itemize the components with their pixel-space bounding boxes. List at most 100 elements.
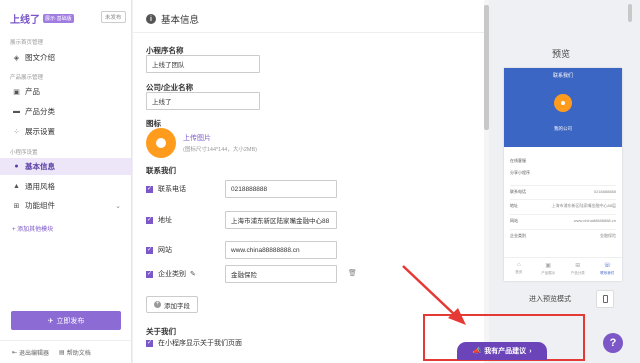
phone-icon: ☏ [603, 263, 611, 269]
preview-row: 网站 www.china88888888.cn [510, 214, 616, 224]
contact-row-label: 地址 [158, 217, 172, 224]
add-field-button[interactable]: + 添加字段 [146, 296, 198, 313]
preview-row-label: 地址 [510, 203, 518, 208]
upload-image-link[interactable]: 上传图片 [183, 133, 211, 143]
chevron-down-icon: ⌄ [115, 202, 121, 210]
info-circle-icon: i [146, 14, 156, 24]
exit-icon: ⇤ [12, 349, 18, 356]
phone-tab-contact: ☏ 联系我们 [593, 258, 623, 281]
phone-preview: 联系我们 我的公司 在线客服 分享小程序 联系电话 0218888888 地址 … [504, 68, 622, 281]
grid-icon: ⊞ [575, 263, 581, 269]
phone-company-name: 我的公司 [554, 126, 572, 131]
website-input[interactable]: www.china88888888.cn [225, 241, 337, 259]
sidebar-item-intro[interactable]: ◈ 图文介绍 [0, 49, 131, 66]
upload-hint: (图标尺寸144*144，大小2MB) [183, 147, 257, 153]
folder-icon: ▬ [13, 108, 20, 115]
help-doc-link[interactable]: ▤ 帮助文档 [59, 348, 91, 357]
preview-row-value: 上海市浦东新区陆家嘴金融中心88层 [551, 203, 616, 208]
sidebar-footer: ⇤ 退出编辑器 ▤ 帮助文档 [0, 340, 131, 363]
add-field-label: 添加字段 [164, 302, 190, 310]
sidebar-item-label: 图文介绍 [25, 53, 55, 62]
sidebar-item-categories[interactable]: ▬ 产品分类 [0, 103, 131, 120]
preview-row-label: 在线客服 [510, 158, 526, 163]
sidebar-item-label: 产品分类 [25, 107, 55, 116]
preview-row-label: 企业类别 [510, 233, 526, 238]
preview-row: 在线客服 [510, 158, 616, 164]
phone-header: 联系我们 我的公司 [504, 68, 622, 147]
contact-row-label: 企业类别 [158, 271, 186, 278]
sidebar-item-components[interactable]: ⊞ 功能组件 ⌄ [0, 197, 131, 214]
sidebar-item-label: 基本信息 [25, 162, 55, 171]
mobile-preview-button[interactable] [596, 290, 614, 308]
phone-tab-home: ⌂ 首页 [504, 258, 534, 281]
app-name-input[interactable]: 上线了团队 [146, 55, 260, 73]
form-scrollbar[interactable] [484, 0, 489, 363]
sidebar-item-basic-info[interactable]: ● 基本信息 [0, 158, 131, 175]
phone-tab-categories: ⊞ 产品分类 [563, 258, 593, 281]
feedback-label: 我有产品建议 [484, 348, 527, 355]
brand-logo: 上线了 [10, 15, 40, 26]
phone-logo [554, 94, 572, 112]
checkbox[interactable]: ✓ [146, 339, 153, 347]
divider [133, 32, 489, 33]
checkbox[interactable]: ✓ [146, 185, 153, 193]
contact-row-category: ✓ 企业类别 ✎ [146, 265, 196, 283]
help-button[interactable]: ? [603, 333, 623, 353]
sidebar-item-products[interactable]: ▣ 产品 [0, 83, 131, 100]
page-title-text: 基本信息 [161, 15, 200, 26]
preview-row-value: 金融保险 [600, 233, 616, 238]
sidebar-item-display-settings[interactable]: ⁘ 展示设置 [0, 123, 131, 140]
preview-row-label: 网站 [510, 218, 518, 223]
category-input[interactable]: 金融保险 [225, 265, 337, 283]
publish-button[interactable]: ✈ 立即发布 [11, 311, 121, 330]
preview-row-label: 分享小程序 [510, 170, 530, 175]
sidebar-item-label: 产品 [25, 87, 40, 96]
phone-tabbar: ⌂ 首页 ▣ 产品展示 ⊞ 产品分类 ☏ 联系我们 [504, 257, 622, 281]
brand[interactable]: 上线了 展示·基础版 [10, 11, 74, 26]
page-title: i 基本信息 [146, 12, 199, 26]
checkbox[interactable]: ✓ [146, 246, 153, 254]
checkbox[interactable]: ✓ [146, 270, 153, 278]
grid-icon: ⁘ [13, 128, 20, 136]
phone-title: 联系我们 [552, 73, 573, 79]
sidebar-item-label: 功能组件 [25, 201, 55, 210]
preview-row: 地址 上海市浦东新区陆家嘴金融中心88层 [510, 199, 616, 209]
add-module-link[interactable]: + 添加其他模块 [12, 224, 53, 233]
sidebar-item-label: 展示设置 [25, 127, 55, 136]
contact-row-address: ✓ 地址 [146, 211, 172, 229]
section-product-manage: 产品展示管理 [10, 75, 44, 81]
about-checkbox-label: 在小程序显示关于我们页面 [158, 340, 242, 347]
about-row: ✓ 在小程序显示关于我们页面 [146, 336, 242, 350]
exit-editor-label: 退出编辑器 [19, 350, 50, 357]
preview-row: 企业类别 金融保险 [510, 229, 616, 239]
plan-badge: 展示·基础版 [43, 14, 74, 23]
checkbox[interactable]: ✓ [146, 216, 153, 224]
chevron-right-icon: › [529, 347, 532, 355]
mobile-icon [602, 295, 608, 303]
product-feedback-button[interactable]: 📣 我有产品建议 › [457, 342, 547, 360]
cube-icon: ◈ [13, 54, 20, 62]
phone-input[interactable]: 0218888888 [225, 180, 337, 198]
preview-row-value: 0218888888 [593, 189, 616, 194]
apps-icon: ⊞ [13, 202, 20, 210]
info-icon: ● [14, 163, 19, 170]
pencil-icon[interactable]: ✎ [190, 270, 196, 278]
book-icon: ▤ [59, 349, 65, 356]
enter-preview-mode-link[interactable]: 进入预览模式 [529, 294, 571, 304]
contact-row-website: ✓ 网站 [146, 241, 172, 259]
contact-row-phone: ✓ 联系电话 [146, 180, 186, 198]
company-name-input[interactable]: 上线了 [146, 92, 260, 110]
address-input[interactable]: 上海市浦东新区陆家嘴金融中心88 [225, 211, 337, 229]
app-icon-image[interactable] [146, 128, 176, 158]
help-doc-label: 帮助文档 [66, 350, 91, 357]
bag-icon: ▣ [545, 263, 552, 269]
home-icon: ⌂ [516, 262, 521, 268]
sidebar-item-style[interactable]: ▲ 通用风格 [0, 178, 131, 195]
plus-icon: + [154, 301, 161, 308]
preview-scrollbar[interactable] [628, 0, 633, 363]
trash-icon[interactable]: 🗑 [348, 269, 357, 277]
megaphone-icon: 📣 [472, 348, 482, 355]
publish-status-badge: 未发布 [101, 11, 126, 23]
exit-editor-link[interactable]: ⇤ 退出编辑器 [12, 348, 49, 357]
sidebar-item-label: 通用风格 [25, 182, 55, 191]
